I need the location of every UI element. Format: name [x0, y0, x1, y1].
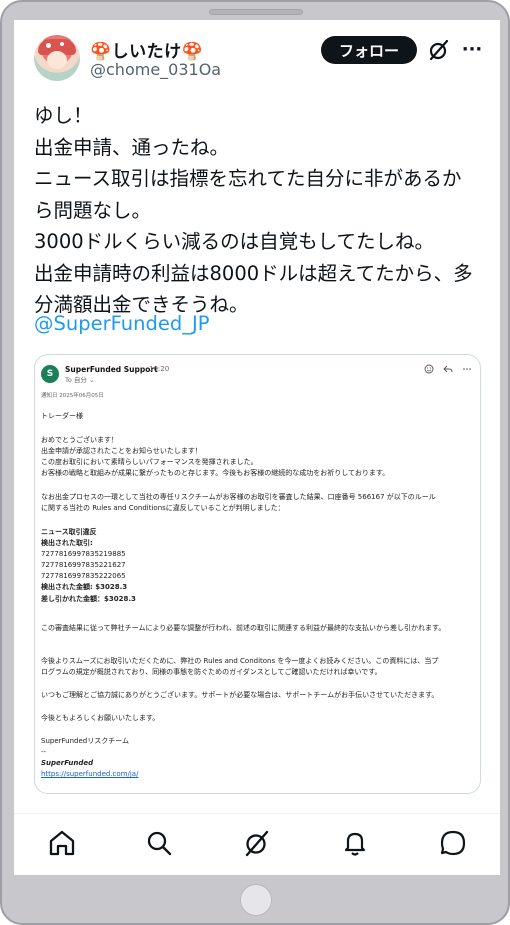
- display-name[interactable]: 🍄しいたけ🍄: [90, 37, 203, 62]
- home-icon[interactable]: [47, 828, 77, 858]
- email-date: 通知日 2025年06月05日: [41, 393, 104, 399]
- avatar-dot: [60, 42, 64, 46]
- email-signature-separator: --: [41, 748, 47, 756]
- tweet-text: ゆし！ 出金申請、通ったね。 ニュース取引は指標を忘れてた自分に非があるか ら問…: [34, 100, 484, 321]
- more-icon[interactable]: ···: [460, 38, 484, 62]
- speaker-slot: [209, 9, 303, 15]
- trade-id: 7277816997835219885: [41, 550, 126, 558]
- email-signature-link[interactable]: https://superfunded.com/ja/: [41, 769, 138, 780]
- grok-icon[interactable]: [427, 38, 451, 62]
- bottom-nav: [14, 813, 500, 875]
- mention-link[interactable]: @SuperFunded_JP: [34, 312, 210, 335]
- violation-title: ニュース取引違反: [41, 528, 97, 536]
- email-line: なお出金プロセスの一環として当社の専任リスクチームがお客様のお取引を審査した結果…: [41, 493, 436, 501]
- email-line: 出金申請が承認されたことをお知らせいたします！: [41, 447, 202, 455]
- email-line: いつもご理解とご協力誠にありがとうございます。サポートが必要な場合は、サポートチ…: [41, 691, 439, 699]
- email-recipient: To 自分 ⌄: [65, 376, 95, 384]
- avatar[interactable]: [34, 35, 80, 81]
- email-line: に関する当社の Rules and Conditionsに違反していることが判明…: [41, 504, 285, 512]
- email-signature-team: SuperFundedリスクチーム: [41, 737, 130, 745]
- detected-amount: 検出された金額: $3028.3: [41, 583, 128, 591]
- notifications-icon[interactable]: [340, 828, 370, 858]
- email-sender-avatar: S: [41, 365, 59, 383]
- avatar-face: [47, 51, 67, 69]
- email-line: 今後ともよろしくお願いいたします。: [41, 714, 160, 722]
- email-signature-brand: SuperFunded: [41, 759, 94, 767]
- user-handle[interactable]: @chome_031Oa: [90, 60, 221, 79]
- tweet-line: 出金申請、通ったね。: [34, 135, 230, 159]
- search-icon[interactable]: [144, 828, 174, 858]
- email-line: おめでとうございます！: [41, 436, 118, 444]
- phone-frame: 🍄しいたけ🍄 @chome_031Oa フォロー ··· ゆし！ 出金申請、通っ…: [0, 0, 510, 925]
- email-line: お客様の戦略と取組みが成果に繋がったものと存じます。今後もお客様の継続的な成功を…: [41, 469, 390, 477]
- tweet-line: ニュース取引は指標を忘れてた自分に非があるか: [34, 167, 462, 190]
- tweet-line: ゆし！: [34, 104, 93, 127]
- home-button[interactable]: [240, 884, 272, 916]
- deducted-amount: 差し引かれた金額：$3028.3: [41, 595, 136, 603]
- messages-icon[interactable]: [438, 828, 468, 858]
- email-time: 16:20: [149, 365, 170, 373]
- email-line: 今後よりスムーズにお取引いただくために、弊社の Rules and Condit…: [41, 657, 439, 665]
- email-screenshot-card[interactable]: S SuperFunded Support 16:20 To 自分 ⌄ 通知日 …: [34, 354, 481, 794]
- email-more-icon: [463, 368, 471, 370]
- tweet-line: 出金申請時の利益は8000ドルは超えてたから、多: [34, 261, 473, 285]
- emoji-icon: [424, 364, 434, 374]
- grok-icon[interactable]: [242, 828, 272, 858]
- tweet-line: 3000ドルくらい減るのは自覚もしてたしね。: [34, 230, 435, 253]
- trade-id: 7277816997835222065: [41, 572, 126, 580]
- email-greeting: トレーダー様: [41, 412, 83, 420]
- tweet-line: ら問題なし。: [34, 198, 152, 222]
- follow-button[interactable]: フォロー: [321, 36, 417, 64]
- email-sender: SuperFunded Support: [65, 365, 158, 374]
- screen: 🍄しいたけ🍄 @chome_031Oa フォロー ··· ゆし！ 出金申請、通っ…: [14, 20, 500, 875]
- email-line: この度お取引において素晴らしいパフォーマンスを発揮されました。: [41, 458, 258, 466]
- email-line: ログラムの規定が概説されており、同様の事態を防ぐためのガイダンスとしてご確認いた…: [41, 668, 382, 676]
- avatar-dot: [46, 43, 51, 48]
- trade-id: 7277816997835221627: [41, 561, 126, 569]
- email-line: この審査結果に従って弊社チームにより必要な調整が行われ、前述の取引に関連する利益…: [41, 624, 446, 632]
- detected-trades-label: 検出された取引:: [41, 539, 93, 547]
- reply-icon: [443, 365, 453, 373]
